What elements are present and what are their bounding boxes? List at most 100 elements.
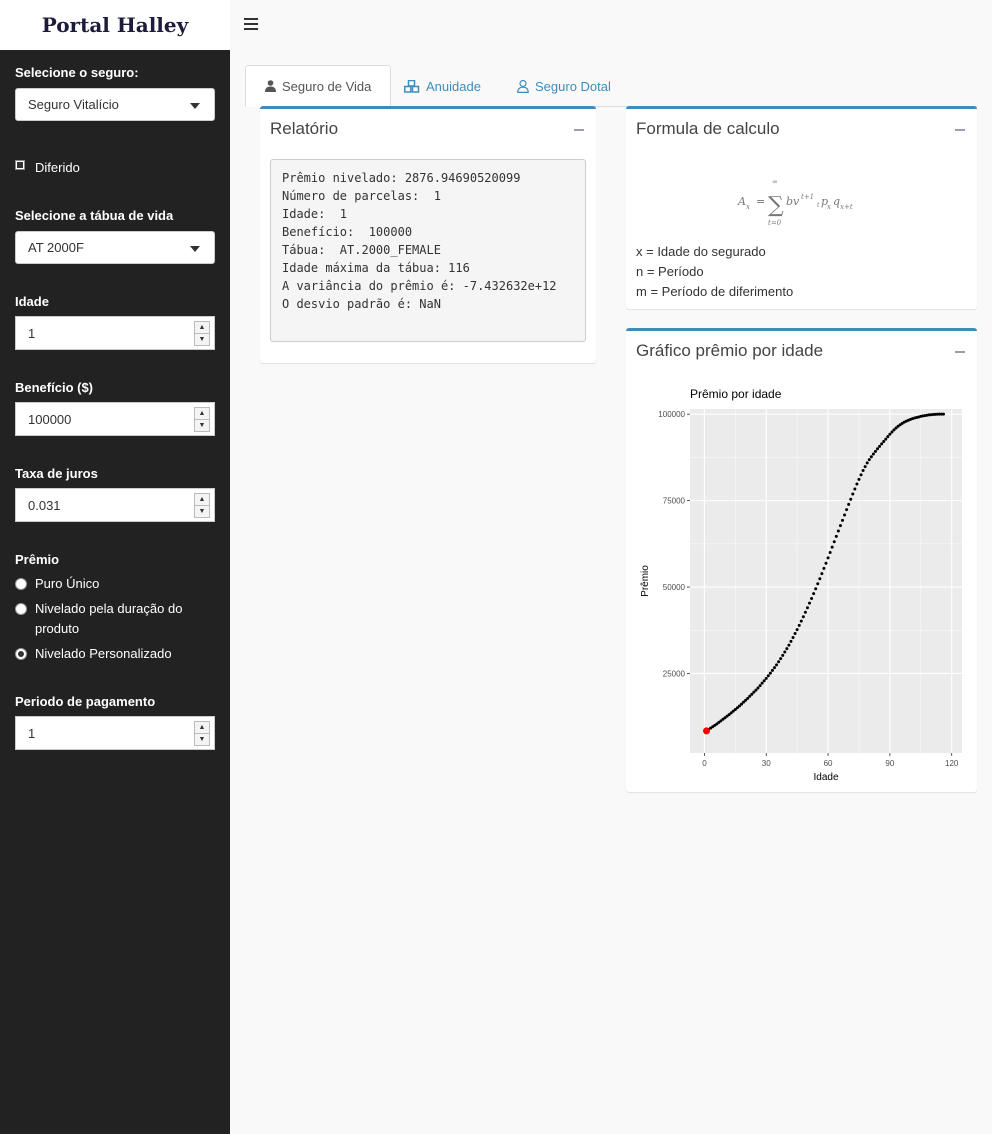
premio-option-puro[interactable]: Puro Único: [15, 574, 215, 594]
data-point: [863, 465, 867, 469]
diferido-checkbox[interactable]: Diferido: [15, 159, 80, 175]
highlight-point: [702, 727, 710, 735]
beneficio-stepper[interactable]: ▲ ▼: [194, 407, 210, 432]
y-axis-label: Prêmio: [640, 565, 651, 597]
data-point: [803, 610, 807, 614]
brand-header: Portal Halley: [0, 0, 230, 50]
radio-checked-icon[interactable]: [15, 648, 27, 660]
relatorio-box: Relatório Prêmio nivelado: 2876.94690520…: [260, 106, 596, 363]
x-tick-label: 0: [702, 759, 707, 768]
plot-panel: [690, 409, 962, 753]
data-point: [822, 566, 826, 570]
y-tick-label: 100000: [658, 410, 685, 419]
data-point: [834, 534, 838, 538]
taxa-value: 0.031: [28, 498, 61, 513]
data-point: [886, 435, 890, 439]
data-point: [845, 508, 849, 512]
seguro-select[interactable]: Seguro Vitalício: [15, 88, 215, 121]
svg-text:x+t: x+t: [840, 203, 853, 211]
seguro-label: Selecione o seguro:: [15, 65, 139, 80]
tab-anuidade[interactable]: Anuidade: [385, 65, 500, 107]
data-point: [801, 615, 805, 619]
diferido-label: Diferido: [35, 160, 80, 175]
radio-icon[interactable]: [15, 578, 27, 590]
sidebar-toggle-icon[interactable]: [244, 18, 258, 30]
minimize-icon[interactable]: [574, 129, 584, 131]
idade-input[interactable]: 1 ▲ ▼: [15, 316, 215, 350]
idade-value: 1: [28, 326, 36, 341]
minimize-icon[interactable]: [955, 129, 965, 131]
data-point: [859, 473, 863, 477]
data-point: [791, 636, 795, 640]
data-point: [855, 482, 859, 486]
svg-text:A: A: [737, 195, 746, 208]
data-point: [758, 684, 762, 688]
tab-label: Seguro de Vida: [282, 78, 372, 94]
data-point: [869, 455, 873, 459]
data-point: [799, 619, 803, 623]
data-point: [762, 679, 766, 683]
svg-text:∞: ∞: [772, 178, 778, 186]
tab-seguro-de-vida[interactable]: Seguro de Vida: [245, 65, 392, 107]
premio-option-nivelado-duracao[interactable]: Nivelado pela duração do produto: [15, 599, 215, 639]
tabua-select-value: AT 2000F: [28, 240, 84, 255]
data-point: [795, 628, 799, 632]
taxa-input[interactable]: 0.031 ▲ ▼: [15, 488, 215, 522]
data-point: [775, 663, 779, 667]
data-point: [847, 502, 851, 506]
y-tick-label: 25000: [663, 669, 686, 678]
chart-title: Prêmio por idade: [690, 387, 782, 401]
relatorio-output: Prêmio nivelado: 2876.94690520099 Número…: [270, 159, 586, 342]
premio-option-label: Nivelado Personalizado: [35, 646, 172, 661]
periodo-input[interactable]: 1 ▲ ▼: [15, 716, 215, 750]
data-point: [849, 497, 853, 501]
svg-text:=: =: [756, 195, 765, 208]
data-point: [873, 449, 877, 453]
idade-stepper[interactable]: ▲ ▼: [194, 321, 210, 346]
data-point: [865, 461, 869, 465]
data-point: [797, 623, 801, 627]
top-navbar: [230, 0, 992, 50]
svg-text:∑: ∑: [768, 193, 784, 218]
data-point: [857, 477, 861, 481]
data-point: [772, 666, 776, 670]
data-point: [793, 632, 797, 636]
tab-seguro-dotal[interactable]: Seguro Dotal: [498, 65, 630, 107]
beneficio-label: Benefício ($): [15, 380, 94, 395]
y-tick-label: 75000: [663, 497, 686, 506]
data-point: [941, 412, 945, 416]
taxa-label: Taxa de juros: [15, 466, 98, 481]
data-point: [820, 572, 824, 576]
data-point: [805, 606, 809, 610]
data-point: [867, 458, 871, 462]
seguro-select-value: Seguro Vitalício: [28, 97, 119, 112]
data-point: [832, 540, 836, 544]
tab-label: Seguro Dotal: [535, 78, 611, 94]
svg-text:bv: bv: [786, 195, 800, 208]
data-point: [787, 643, 791, 647]
x-tick-label: 60: [824, 759, 833, 768]
formula-equation: A x = ∞ ∑ t=0 bv t+1 t p x q x+t: [737, 178, 853, 227]
periodo-stepper[interactable]: ▲ ▼: [194, 721, 210, 746]
data-point: [760, 681, 764, 685]
svg-text:x: x: [827, 203, 831, 211]
data-point: [810, 596, 814, 600]
tabua-select[interactable]: AT 2000F: [15, 231, 215, 264]
radio-icon[interactable]: [15, 603, 27, 615]
checkbox-icon[interactable]: [15, 159, 25, 170]
data-point: [853, 487, 857, 491]
data-point: [838, 524, 842, 528]
data-point: [861, 469, 865, 473]
data-point: [781, 653, 785, 657]
taxa-stepper[interactable]: ▲ ▼: [194, 493, 210, 518]
beneficio-input[interactable]: 100000 ▲ ▼: [15, 402, 215, 436]
x-axis-label: Idade: [813, 772, 838, 783]
svg-text:t: t: [817, 202, 820, 209]
data-point: [789, 639, 793, 643]
tabua-label: Selecione a tábua de vida: [15, 208, 174, 223]
premio-option-personalizado[interactable]: Nivelado Personalizado: [15, 644, 215, 664]
data-point: [878, 444, 882, 448]
data-point: [828, 550, 832, 554]
data-point: [888, 432, 892, 436]
chevron-down-icon: [190, 103, 200, 109]
